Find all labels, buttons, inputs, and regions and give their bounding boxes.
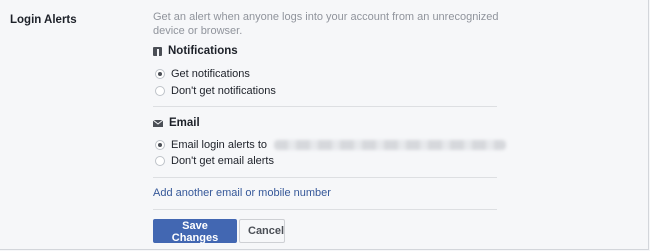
- cancel-button[interactable]: Cancel: [239, 219, 285, 243]
- radio-label: Get notifications: [171, 68, 250, 80]
- radio-button[interactable]: [155, 86, 165, 96]
- section-description: Get an alert when anyone logs into your …: [153, 11, 499, 37]
- add-email-or-mobile-link[interactable]: Add another email or mobile number: [153, 187, 331, 199]
- facebook-icon: [153, 46, 162, 56]
- section-title: Login Alerts: [10, 14, 77, 26]
- notifications-heading-label: Notifications: [168, 45, 238, 57]
- email-heading: Email: [153, 117, 200, 129]
- radio-button-selected[interactable]: [155, 69, 165, 79]
- redacted-email-address: [274, 140, 506, 150]
- save-changes-button[interactable]: Save Changes: [153, 219, 237, 244]
- radio-get-notifications[interactable]: Get notifications: [155, 68, 250, 80]
- notifications-heading: Notifications: [153, 45, 238, 57]
- radio-button-selected[interactable]: [155, 140, 165, 150]
- radio-dont-get-notifications[interactable]: Don't get notifications: [155, 85, 276, 97]
- radio-label: Email login alerts to: [171, 139, 267, 151]
- divider: [153, 106, 497, 107]
- radio-label: Don't get notifications: [171, 85, 276, 97]
- email-heading-label: Email: [169, 117, 200, 129]
- radio-button[interactable]: [155, 156, 165, 166]
- radio-label: Don't get email alerts: [171, 155, 274, 167]
- divider: [153, 177, 497, 178]
- mail-icon: [153, 119, 163, 127]
- radio-email-login-alerts[interactable]: Email login alerts to: [155, 139, 506, 151]
- divider: [153, 209, 497, 210]
- radio-dont-get-email-alerts[interactable]: Don't get email alerts: [155, 155, 274, 167]
